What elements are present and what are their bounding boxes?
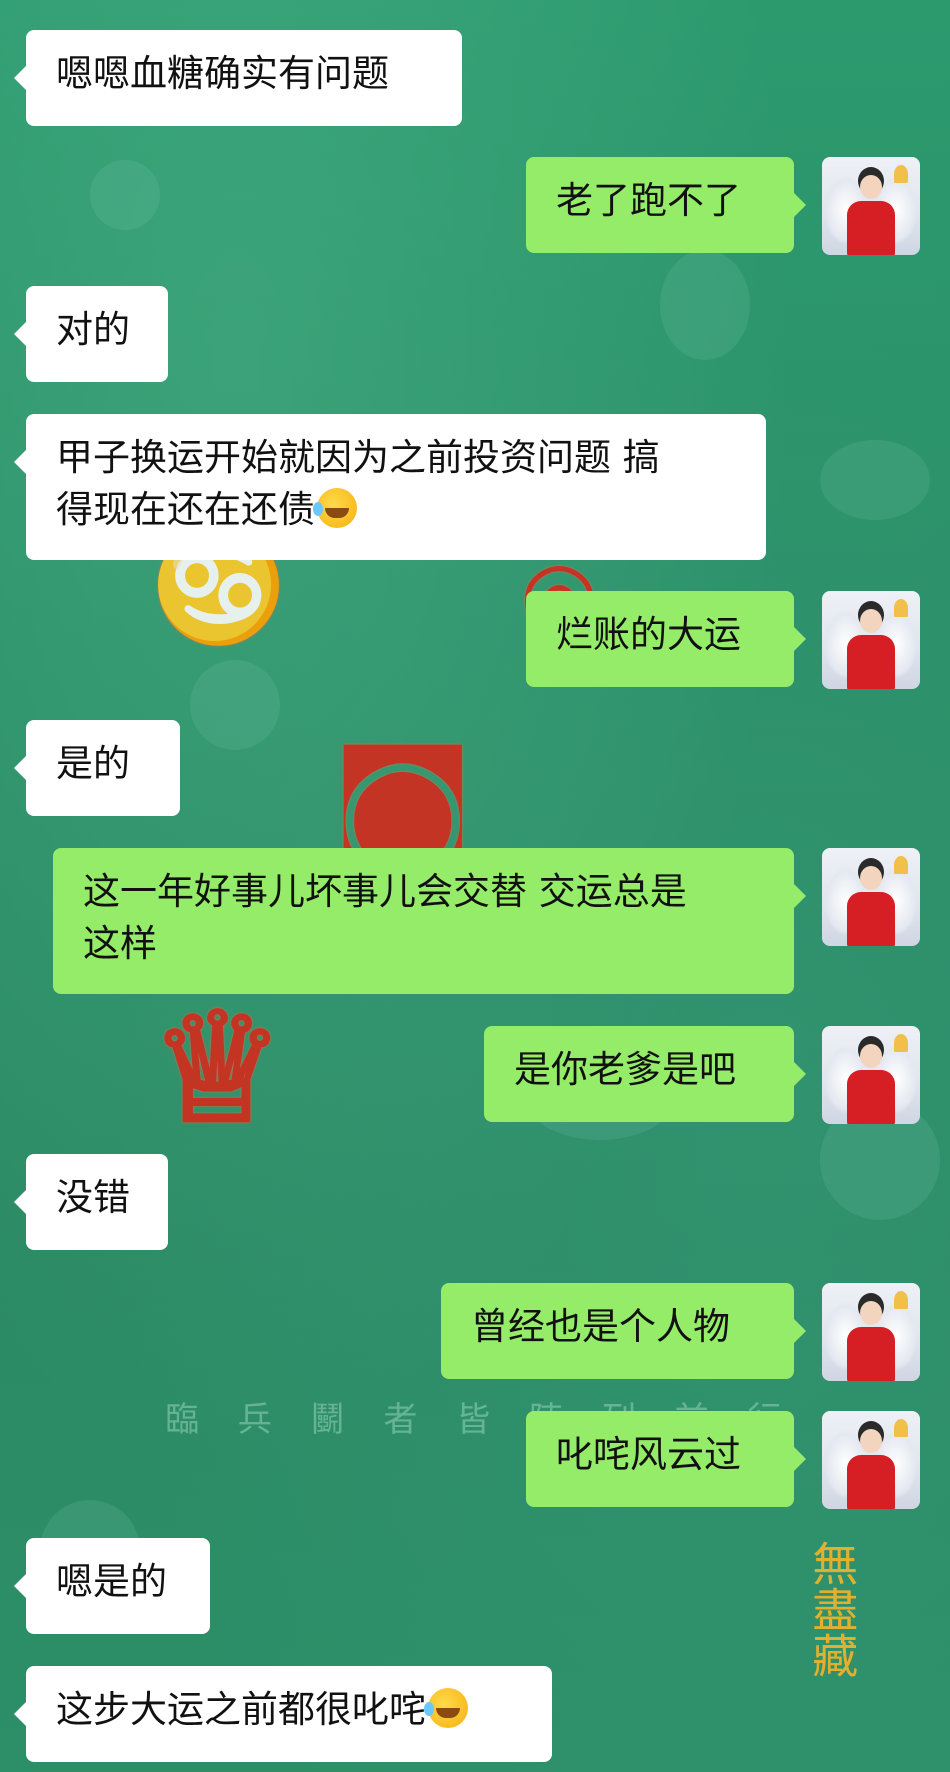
message-row: 老了跑不了	[526, 157, 806, 253]
message-bubble-incoming[interactable]: 是的	[14, 720, 180, 816]
background-seal: 無盡藏	[805, 1540, 860, 1678]
avatar-icon[interactable]	[822, 1411, 920, 1509]
message-bubble-outgoing[interactable]: 这一年好事儿坏事儿会交替 交运总是 这样	[53, 848, 806, 994]
message-row: 曾经也是个人物	[441, 1283, 806, 1379]
message-row: 甲子换运开始就因为之前投资问题 搞 得现在还在还债	[14, 414, 766, 560]
message-text-line: 这样	[83, 922, 157, 965]
avatar-icon[interactable]	[822, 1283, 920, 1381]
background-ornament	[660, 250, 750, 360]
avatar-icon[interactable]	[822, 157, 920, 255]
message-bubble-incoming[interactable]: 甲子换运开始就因为之前投资问题 搞 得现在还在还债	[14, 414, 766, 560]
background-ornament	[190, 660, 280, 750]
message-bubble-incoming[interactable]: 嗯是的	[14, 1538, 210, 1634]
message-bubble-outgoing[interactable]: 老了跑不了	[526, 157, 806, 253]
message-text: 是你老爹是吧	[514, 1048, 736, 1091]
message-bubble-incoming[interactable]: 这步大运之前都很叱咤	[14, 1666, 552, 1762]
message-text-line: 这一年好事儿坏事儿会交替 交运总是	[83, 870, 687, 913]
message-text: 曾经也是个人物	[471, 1305, 730, 1348]
message-text-line: 得现在还在还债	[56, 484, 736, 536]
message-row: 叱咤风云过	[526, 1411, 806, 1507]
rolling-laughing-emoji-icon	[424, 1688, 468, 1728]
message-row: 对的	[14, 286, 168, 382]
message-bubble-outgoing[interactable]: 烂账的大运	[526, 591, 806, 687]
message-text: 嗯是的	[56, 1560, 167, 1603]
message-text: 叱咤风云过	[556, 1433, 741, 1476]
message-row: 烂账的大运	[526, 591, 806, 687]
message-bubble-incoming[interactable]: 嗯嗯血糖确实有问题	[14, 30, 462, 126]
message-bubble-outgoing[interactable]: 叱咤风云过	[526, 1411, 806, 1507]
avatar-icon[interactable]	[822, 591, 920, 689]
message-text: 嗯嗯血糖确实有问题	[56, 52, 389, 95]
message-row: 是的	[14, 720, 180, 816]
message-bubble-incoming[interactable]: 没错	[14, 1154, 168, 1250]
message-row: 没错	[14, 1154, 168, 1250]
message-text: 是的	[56, 742, 130, 785]
message-bubble-outgoing[interactable]: 曾经也是个人物	[441, 1283, 806, 1379]
avatar-icon[interactable]	[822, 848, 920, 946]
message-bubble-incoming[interactable]: 对的	[14, 286, 168, 382]
message-text: 没错	[56, 1176, 130, 1219]
rolling-laughing-emoji-icon	[313, 488, 357, 528]
background-red-glyph: ♕	[150, 980, 285, 1156]
message-bubble-outgoing[interactable]: 是你老爹是吧	[484, 1026, 806, 1122]
message-text: 这步大运之前都很叱咤	[56, 1688, 426, 1731]
message-text: 老了跑不了	[556, 179, 741, 222]
message-text: 对的	[56, 308, 130, 351]
message-row: 这步大运之前都很叱咤	[14, 1666, 552, 1762]
message-row: 嗯是的	[14, 1538, 210, 1634]
message-text: 烂账的大运	[556, 613, 741, 656]
message-text-line: 甲子换运开始就因为之前投资问题 搞	[56, 436, 660, 479]
background-ornament	[90, 160, 160, 230]
message-row: 嗯嗯血糖确实有问题	[14, 30, 462, 126]
background-ornament	[820, 440, 930, 520]
avatar-icon[interactable]	[822, 1026, 920, 1124]
message-row: 这一年好事儿坏事儿会交替 交运总是 这样	[53, 848, 806, 994]
message-row: 是你老爹是吧	[484, 1026, 806, 1122]
